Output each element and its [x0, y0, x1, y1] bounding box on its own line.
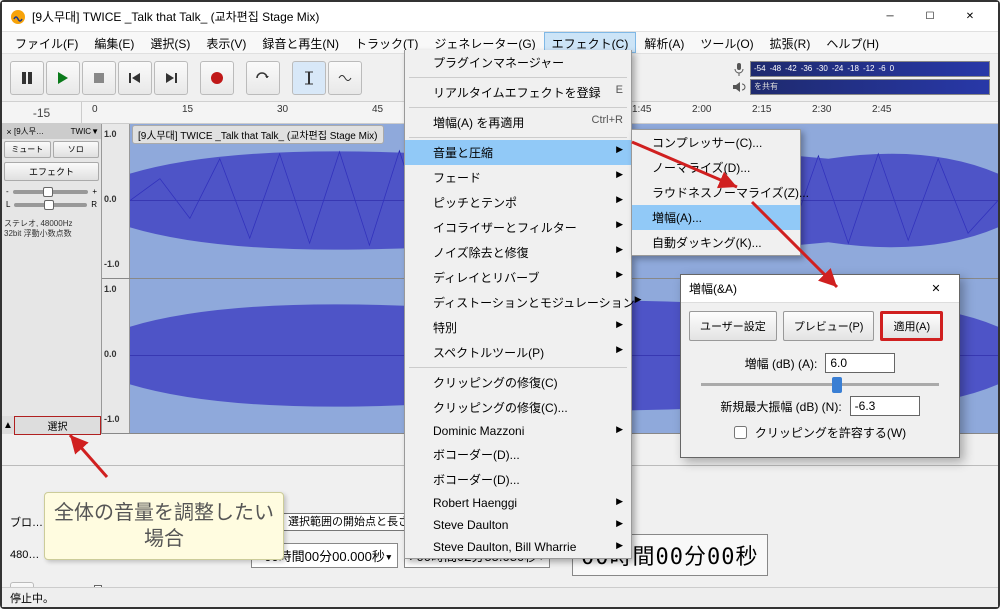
amplitude-scale-2: 1.0 0.0 -1.0: [102, 279, 130, 433]
clip-allow-checkbox[interactable]: [734, 426, 747, 439]
menu-realtime-effect[interactable]: リアルタイムエフェクトを登録E: [405, 80, 631, 105]
pause-button[interactable]: [10, 61, 44, 95]
menu-fade[interactable]: フェード▶: [405, 165, 631, 190]
submenu-loudness[interactable]: ラウドネスノーマライズ(Z)...: [632, 180, 800, 205]
amp-label: 増幅 (dB) (A):: [745, 355, 818, 372]
menu-pitch[interactable]: ピッチとテンポ▶: [405, 190, 631, 215]
envelope-tool[interactable]: [328, 61, 362, 95]
status-bar: 停止中。: [2, 587, 998, 607]
menu-file[interactable]: ファイル(F): [7, 32, 86, 53]
menu-steve[interactable]: Steve Daulton▶: [405, 514, 631, 536]
track-close-icon[interactable]: ×: [4, 127, 14, 137]
loop-button[interactable]: [246, 61, 280, 95]
minimize-button[interactable]: ─: [870, 3, 910, 31]
pan-slider[interactable]: [14, 203, 87, 207]
track-info: ステレオ, 48000Hz 32bit 浮動小数点数: [2, 217, 101, 240]
menu-view[interactable]: 表示(V): [198, 32, 254, 53]
app-icon: [10, 9, 26, 25]
mic-icon: [731, 61, 747, 77]
menu-plugin-manager[interactable]: プラグインマネージャー: [405, 50, 631, 75]
menu-record[interactable]: 録音と再生(N): [254, 32, 347, 53]
play-button[interactable]: [46, 61, 80, 95]
menu-special[interactable]: 特別▶: [405, 315, 631, 340]
menu-dominic[interactable]: Dominic Mazzoni▶: [405, 420, 631, 442]
dialog-titlebar[interactable]: 増幅(&A) ✕: [681, 275, 959, 303]
submenu-amplify[interactable]: 増幅(A)...: [632, 205, 800, 230]
meters: -54-48-42-36-30-24-18-12-60 を共有: [731, 61, 990, 95]
annotation-callout: 全体の音量を調整したい場合: [44, 492, 284, 560]
timeline-start: -15: [2, 102, 82, 123]
menu-help[interactable]: ヘルプ(H): [818, 32, 887, 53]
solo-button[interactable]: ソロ: [53, 141, 100, 158]
stop-button[interactable]: [82, 61, 116, 95]
amplify-dialog[interactable]: 増幅(&A) ✕ ユーザー設定 プレビュー(P) 適用(A) 増幅 (dB) (…: [680, 274, 960, 458]
gain-slider[interactable]: [13, 190, 89, 194]
apply-button[interactable]: 適用(A): [880, 311, 943, 341]
record-button[interactable]: [200, 61, 234, 95]
menu-noise[interactable]: ノイズ除去と修復▶: [405, 240, 631, 265]
skip-start-button[interactable]: [118, 61, 152, 95]
close-button[interactable]: ✕: [950, 3, 990, 31]
recording-meter[interactable]: -54-48-42-36-30-24-18-12-60: [750, 61, 990, 77]
mute-button[interactable]: ミュート: [4, 141, 51, 158]
titlebar: [9人무대] TWICE _Talk that Talk_ (교차편집 Stag…: [2, 2, 998, 32]
collapse-icon[interactable]: ▲: [2, 420, 14, 431]
maximize-button[interactable]: ☐: [910, 3, 950, 31]
menu-edit[interactable]: 編集(E): [86, 32, 142, 53]
track-header[interactable]: × [9人무… TWIC ▼: [2, 124, 101, 139]
menu-clip-restore[interactable]: クリッピングの修復(C): [405, 370, 631, 395]
submenu-autoduck[interactable]: 自動ダッキング(K)...: [632, 230, 800, 255]
menu-reapply[interactable]: 増幅(A) を再適用Ctrl+R: [405, 110, 631, 135]
menu-spectral[interactable]: スペクトルツール(P)▶: [405, 340, 631, 365]
submenu-compressor[interactable]: コンプレッサー(C)...: [632, 130, 800, 155]
speaker-icon: [731, 79, 747, 95]
window-controls: ─ ☐ ✕: [870, 3, 990, 31]
amplitude-scale: 1.0 0.0 -1.0: [102, 124, 130, 278]
clip-allow-label: クリッピングを許容する(W): [755, 424, 906, 441]
user-pref-button[interactable]: ユーザー設定: [689, 311, 777, 341]
newpeak-input[interactable]: [850, 396, 920, 416]
volume-submenu[interactable]: コンプレッサー(C)... ノーマライズ(D)... ラウドネスノーマライズ(Z…: [631, 129, 801, 256]
playback-meter[interactable]: を共有: [750, 79, 990, 95]
menu-vocoder2[interactable]: ボコーダー(D)...: [405, 467, 631, 492]
track-control-panel: × [9人무… TWIC ▼ ミュート ソロ エフェクト - + L R ステレ…: [2, 124, 102, 434]
track-dropdown-icon[interactable]: ▼: [91, 127, 99, 136]
menu-tools[interactable]: ツール(O): [692, 32, 761, 53]
menu-distortion[interactable]: ディストーションとモジュレーション▶: [405, 290, 631, 315]
selection-tool[interactable]: [292, 61, 326, 95]
menu-robert[interactable]: Robert Haenggi▶: [405, 492, 631, 514]
dialog-title-text: 増幅(&A): [689, 280, 921, 297]
amp-input[interactable]: [825, 353, 895, 373]
effect-dropdown[interactable]: プラグインマネージャー リアルタイムエフェクトを登録E 増幅(A) を再適用Ct…: [404, 50, 632, 559]
menu-eq[interactable]: イコライザーとフィルター▶: [405, 215, 631, 240]
track-effect-button[interactable]: エフェクト: [4, 162, 99, 181]
preview-button[interactable]: プレビュー(P): [783, 311, 875, 341]
dialog-close-icon[interactable]: ✕: [921, 282, 951, 295]
menu-select[interactable]: 選択(S): [142, 32, 198, 53]
menu-steve2[interactable]: Steve Daulton, Bill Wharrie▶: [405, 536, 631, 558]
menu-vocoder[interactable]: ボコーダー(D)...: [405, 442, 631, 467]
menu-analyze[interactable]: 解析(A): [636, 32, 692, 53]
newpeak-label: 新規最大振幅 (dB) (N):: [720, 398, 841, 415]
clip-name-label[interactable]: [9人무대] TWICE _Talk that Talk_ (교차편집 Stag…: [132, 125, 384, 144]
select-label[interactable]: 選択: [14, 416, 101, 435]
menu-delay[interactable]: ディレイとリバーブ▶: [405, 265, 631, 290]
skip-end-button[interactable]: [154, 61, 188, 95]
menu-volume-compress[interactable]: 音量と圧縮▶: [405, 140, 631, 165]
menu-extend[interactable]: 拡張(R): [762, 32, 819, 53]
submenu-normalize[interactable]: ノーマライズ(D)...: [632, 155, 800, 180]
window-title: [9人무대] TWICE _Talk that Talk_ (교차편집 Stag…: [32, 8, 870, 25]
track-name: [9人무…: [14, 126, 71, 137]
menu-clip-restore2[interactable]: クリッピングの修復(C)...: [405, 395, 631, 420]
amp-slider[interactable]: [701, 383, 939, 386]
